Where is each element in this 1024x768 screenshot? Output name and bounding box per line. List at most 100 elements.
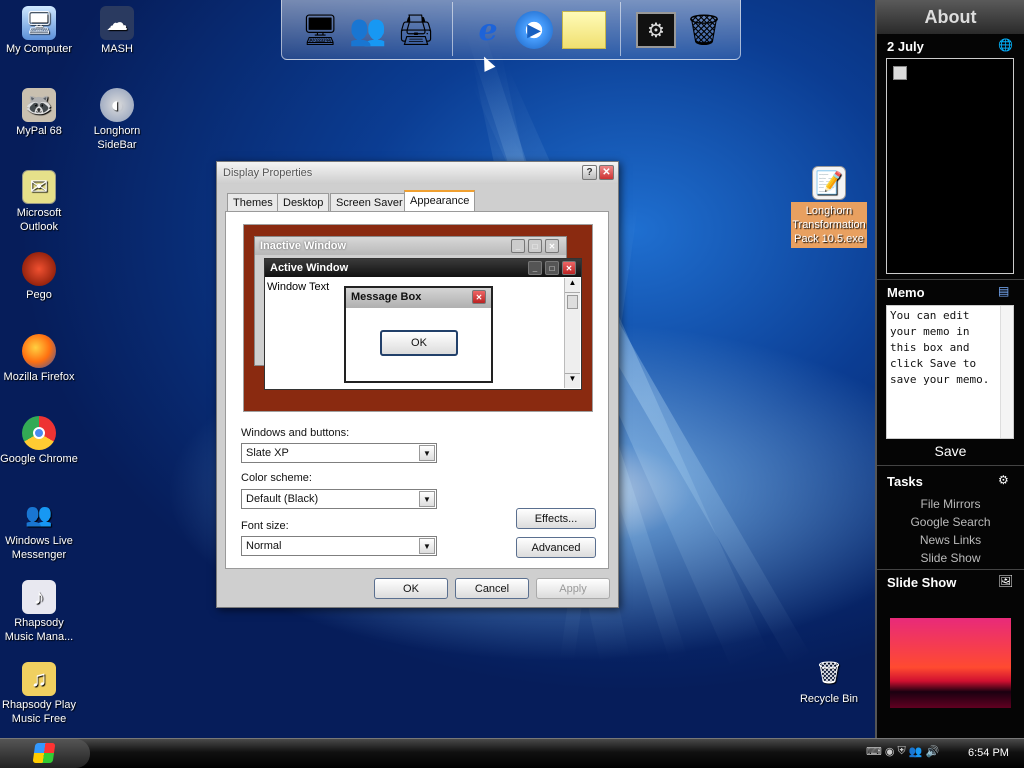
color-scheme-select[interactable]: Default (Black) ▼ (241, 489, 437, 509)
internet-explorer-icon[interactable]: e (466, 8, 510, 52)
cancel-button[interactable]: Cancel (455, 578, 529, 599)
control-panel-icon[interactable]: 🖨 (394, 8, 438, 52)
rhapsody-icon: ♪ (22, 580, 56, 614)
effects-button[interactable]: Effects... (516, 508, 596, 529)
memo-title: Memo (887, 285, 925, 300)
tasks-list: File Mirrors Google Search News Links Sl… (877, 495, 1024, 567)
longhorn-sidebar: About 2 July 🌐 Memo ▤ You can edit your … (875, 0, 1024, 738)
sidebar-header[interactable]: About (877, 0, 1024, 34)
system-tray: ⌨ ◉ ⛨ 👥 🔊 (866, 745, 956, 763)
display-properties-window: Display Properties ? ✕ Themes Desktop Sc… (216, 161, 619, 608)
desktop-icon-longhorn-sidebar[interactable]: ◐ Longhorn SideBar (78, 88, 156, 152)
start-button[interactable] (0, 739, 90, 768)
windows-buttons-label: Windows and buttons: (241, 427, 350, 439)
desktop-icon-installer[interactable]: 📝 Longhorn Transformation Pack 10.5.exe (791, 166, 867, 248)
select-value: Normal (246, 540, 282, 552)
chevron-down-icon: ▼ (419, 538, 435, 554)
desktop-icon-label: Longhorn SideBar (93, 125, 141, 151)
task-item-file-mirrors[interactable]: File Mirrors (877, 495, 1024, 513)
message-box-title: Message Box (346, 288, 491, 308)
notes-icon[interactable] (562, 8, 606, 52)
tasks-gadget-icon[interactable]: ⚙ (998, 473, 1009, 487)
desktop-icon-recycle-bin[interactable]: 🗑 Recycle Bin (790, 656, 868, 706)
preview-scrollbar: ▲ ▼ (564, 278, 580, 388)
task-item-slide-show[interactable]: Slide Show (877, 549, 1024, 567)
pego-icon (22, 252, 56, 286)
scroll-thumb (567, 295, 578, 309)
desktop-icon-rhapsody[interactable]: ♪ Rhapsody Music Mana... (0, 580, 78, 644)
close-button[interactable]: ✕ (599, 165, 614, 180)
media-player-icon[interactable]: ▶ (512, 8, 556, 52)
desktop-icon-my-computer[interactable]: 🖥 My Computer (0, 6, 78, 56)
shield-icon[interactable]: ⛨ (898, 745, 906, 763)
window-title: Display Properties (217, 162, 618, 184)
keyboard-icon[interactable]: ⌨ (866, 745, 882, 763)
tab-appearance[interactable]: Appearance (404, 190, 476, 212)
task-item-google-search[interactable]: Google Search (877, 513, 1024, 531)
desktop-icon-label: Google Chrome (0, 453, 78, 465)
windows-buttons-select[interactable]: Slate XP ▼ (241, 443, 437, 463)
select-value: Default (Black) (246, 493, 319, 505)
desktop-icon-mash[interactable]: ☁ MASH (78, 6, 156, 56)
chevron-down-icon: ▼ (419, 491, 435, 507)
chevron-down-icon: ▼ (565, 373, 580, 388)
desktop-icon-firefox[interactable]: Mozilla Firefox (0, 334, 78, 384)
desktop-icon-mypal[interactable]: 🦝 MyPal 68 (0, 88, 78, 138)
select-value: Slate XP (246, 447, 289, 459)
users-icon[interactable]: 👥 (346, 8, 390, 52)
tasks-title: Tasks (887, 474, 923, 489)
close-icon: ✕ (545, 239, 559, 253)
dock-separator (452, 2, 453, 56)
font-size-select[interactable]: Normal ▼ (241, 536, 437, 556)
apply-button[interactable]: Apply (536, 578, 610, 599)
clock[interactable]: 6:54 PM (968, 747, 1009, 759)
memo-text: You can edit your memo in this box and c… (890, 309, 990, 386)
advanced-button[interactable]: Advanced (516, 537, 596, 558)
rhapsody-play-icon: ♫ (22, 662, 56, 696)
calendar-gadget-icon[interactable]: 🌐 (998, 38, 1014, 54)
slideshow-title: Slide Show (887, 575, 957, 590)
memo-textarea[interactable]: You can edit your memo in this box and c… (886, 305, 1014, 439)
desktop-icon-pego[interactable]: Pego (0, 252, 78, 302)
desktop-icon-label: Microsoft Outlook (16, 207, 62, 233)
dock-separator (620, 2, 621, 56)
image-placeholder-icon (893, 66, 907, 80)
memo-gadget-icon[interactable]: ▤ (998, 284, 1009, 298)
tab-screen-saver[interactable]: Screen Saver (330, 193, 409, 212)
help-button[interactable]: ? (582, 165, 597, 180)
task-item-news-links[interactable]: News Links (877, 531, 1024, 549)
appearance-preview: Inactive Window _ □ ✕ Active Window _ □ … (243, 224, 593, 412)
chrome-icon (22, 416, 56, 450)
maximize-icon: □ (528, 239, 542, 253)
save-button[interactable]: Save (877, 443, 1024, 459)
messenger-tray-icon[interactable]: 👥 (909, 745, 923, 763)
messenger-icon: 👥 (25, 502, 53, 527)
desktop-icon-label: Rhapsody Music Mana... (4, 617, 74, 643)
outlook-icon: ✉ (22, 170, 56, 204)
windows-logo-icon (32, 743, 56, 763)
desktop-icon-messenger[interactable]: 👥 Windows Live Messenger (0, 498, 78, 562)
slideshow-image[interactable] (890, 618, 1011, 708)
maximize-icon: □ (545, 261, 559, 275)
desktop-icon-label: Windows Live Messenger (5, 535, 73, 561)
close-icon: ✕ (562, 261, 576, 275)
color-scheme-label: Color scheme: (241, 472, 312, 484)
slideshow-gadget-icon[interactable]: 🖼 (998, 574, 1013, 588)
network-icon[interactable]: ◉ (885, 745, 895, 763)
settings-window-icon[interactable]: ⚙ (634, 8, 678, 52)
divider (877, 279, 1024, 280)
desktop-icon-outlook[interactable]: ✉ Microsoft Outlook (0, 170, 78, 234)
desktop-icon-chrome[interactable]: Google Chrome (0, 416, 78, 466)
memo-scrollbar[interactable] (1000, 306, 1013, 438)
message-box-ok-button: OK (380, 330, 458, 356)
calendar-date: 2 July (887, 39, 924, 54)
desktop-icon-rhapsody-play[interactable]: ♫ Rhapsody Play Music Free (0, 662, 78, 726)
ok-button[interactable]: OK (374, 578, 448, 599)
tab-themes[interactable]: Themes (227, 193, 279, 212)
volume-icon[interactable]: 🔊 (925, 745, 939, 763)
recycle-bin-icon[interactable]: 🗑 (682, 8, 726, 52)
monitor-icon[interactable]: 🖥 (298, 8, 342, 52)
divider (877, 569, 1024, 570)
mash-icon: ☁ (100, 6, 134, 40)
tab-desktop[interactable]: Desktop (277, 193, 330, 212)
